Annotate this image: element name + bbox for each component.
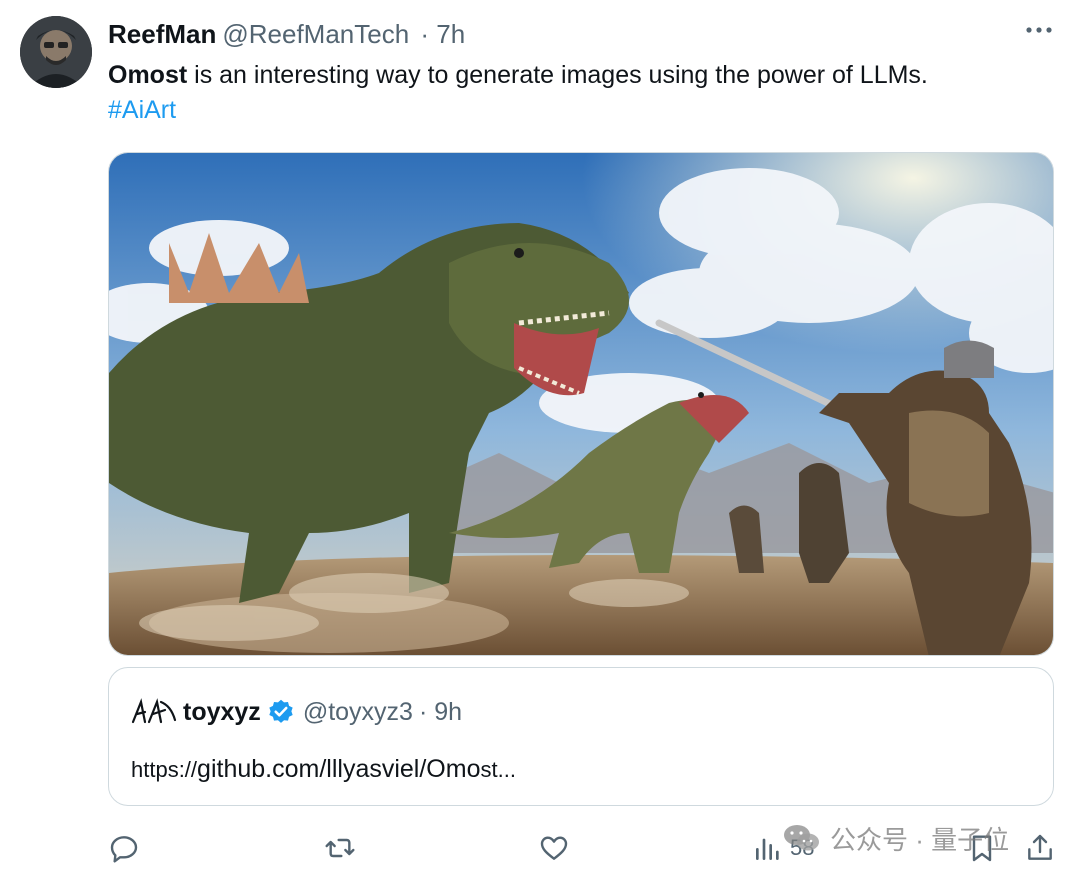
link-tail: st...: [480, 757, 516, 782]
like-button[interactable]: [538, 832, 570, 864]
author-name[interactable]: ReefMan: [108, 19, 216, 49]
quoted-tweet-link[interactable]: https://github.com/lllyasviel/Omost...: [131, 752, 516, 787]
tweet-time[interactable]: · 7h: [420, 19, 465, 49]
quoted-author-name[interactable]: toyxyz: [183, 696, 261, 728]
avatar-image: [20, 16, 92, 88]
share-button[interactable]: [1024, 832, 1056, 864]
share-icon: [1028, 834, 1052, 860]
quoted-tweet-header: toyxyz @toyxyz3 · 9h: [131, 696, 462, 728]
views-button[interactable]: 58: [752, 832, 814, 864]
tweet-action-bar: 58: [0, 812, 1080, 880]
tweet-image[interactable]: [108, 152, 1054, 656]
toyxyz-logo-icon: [131, 698, 177, 724]
author-handle[interactable]: @ReefManTech: [222, 19, 409, 49]
views-count: 58: [790, 835, 815, 860]
tweet-text: Omost is an interesting way to generate …: [108, 58, 1058, 128]
more-icon[interactable]: [1024, 20, 1054, 40]
link-main: github.com/lllyasviel/Omo: [197, 755, 481, 783]
verified-badge-icon: [269, 699, 293, 723]
reply-icon: [110, 836, 138, 863]
retweet-icon: [325, 838, 355, 858]
bookmark-button[interactable]: [966, 832, 998, 864]
avatar[interactable]: [20, 16, 92, 88]
reply-button[interactable]: [108, 832, 140, 864]
dinosaur-battle-illustration: [109, 153, 1053, 655]
quoted-author-handle[interactable]: @toyxyz3: [303, 696, 413, 728]
quoted-tweet-time[interactable]: · 9h: [419, 696, 462, 728]
analytics-icon: [756, 838, 779, 860]
retweet-button[interactable]: [324, 832, 356, 864]
tweet-text-bold: Omost: [108, 61, 188, 89]
hashtag-link[interactable]: #AiArt: [108, 93, 1058, 128]
tweet-header: ReefMan @ReefManTech · 7h: [108, 18, 465, 50]
bookmark-icon: [972, 835, 992, 862]
quoted-tweet[interactable]: toyxyz @toyxyz3 · 9h https://github.com/…: [108, 667, 1054, 806]
heart-icon: [540, 836, 568, 860]
link-prefix: https://: [131, 757, 198, 782]
tweet-text-body: is an interesting way to generate images…: [187, 61, 928, 89]
